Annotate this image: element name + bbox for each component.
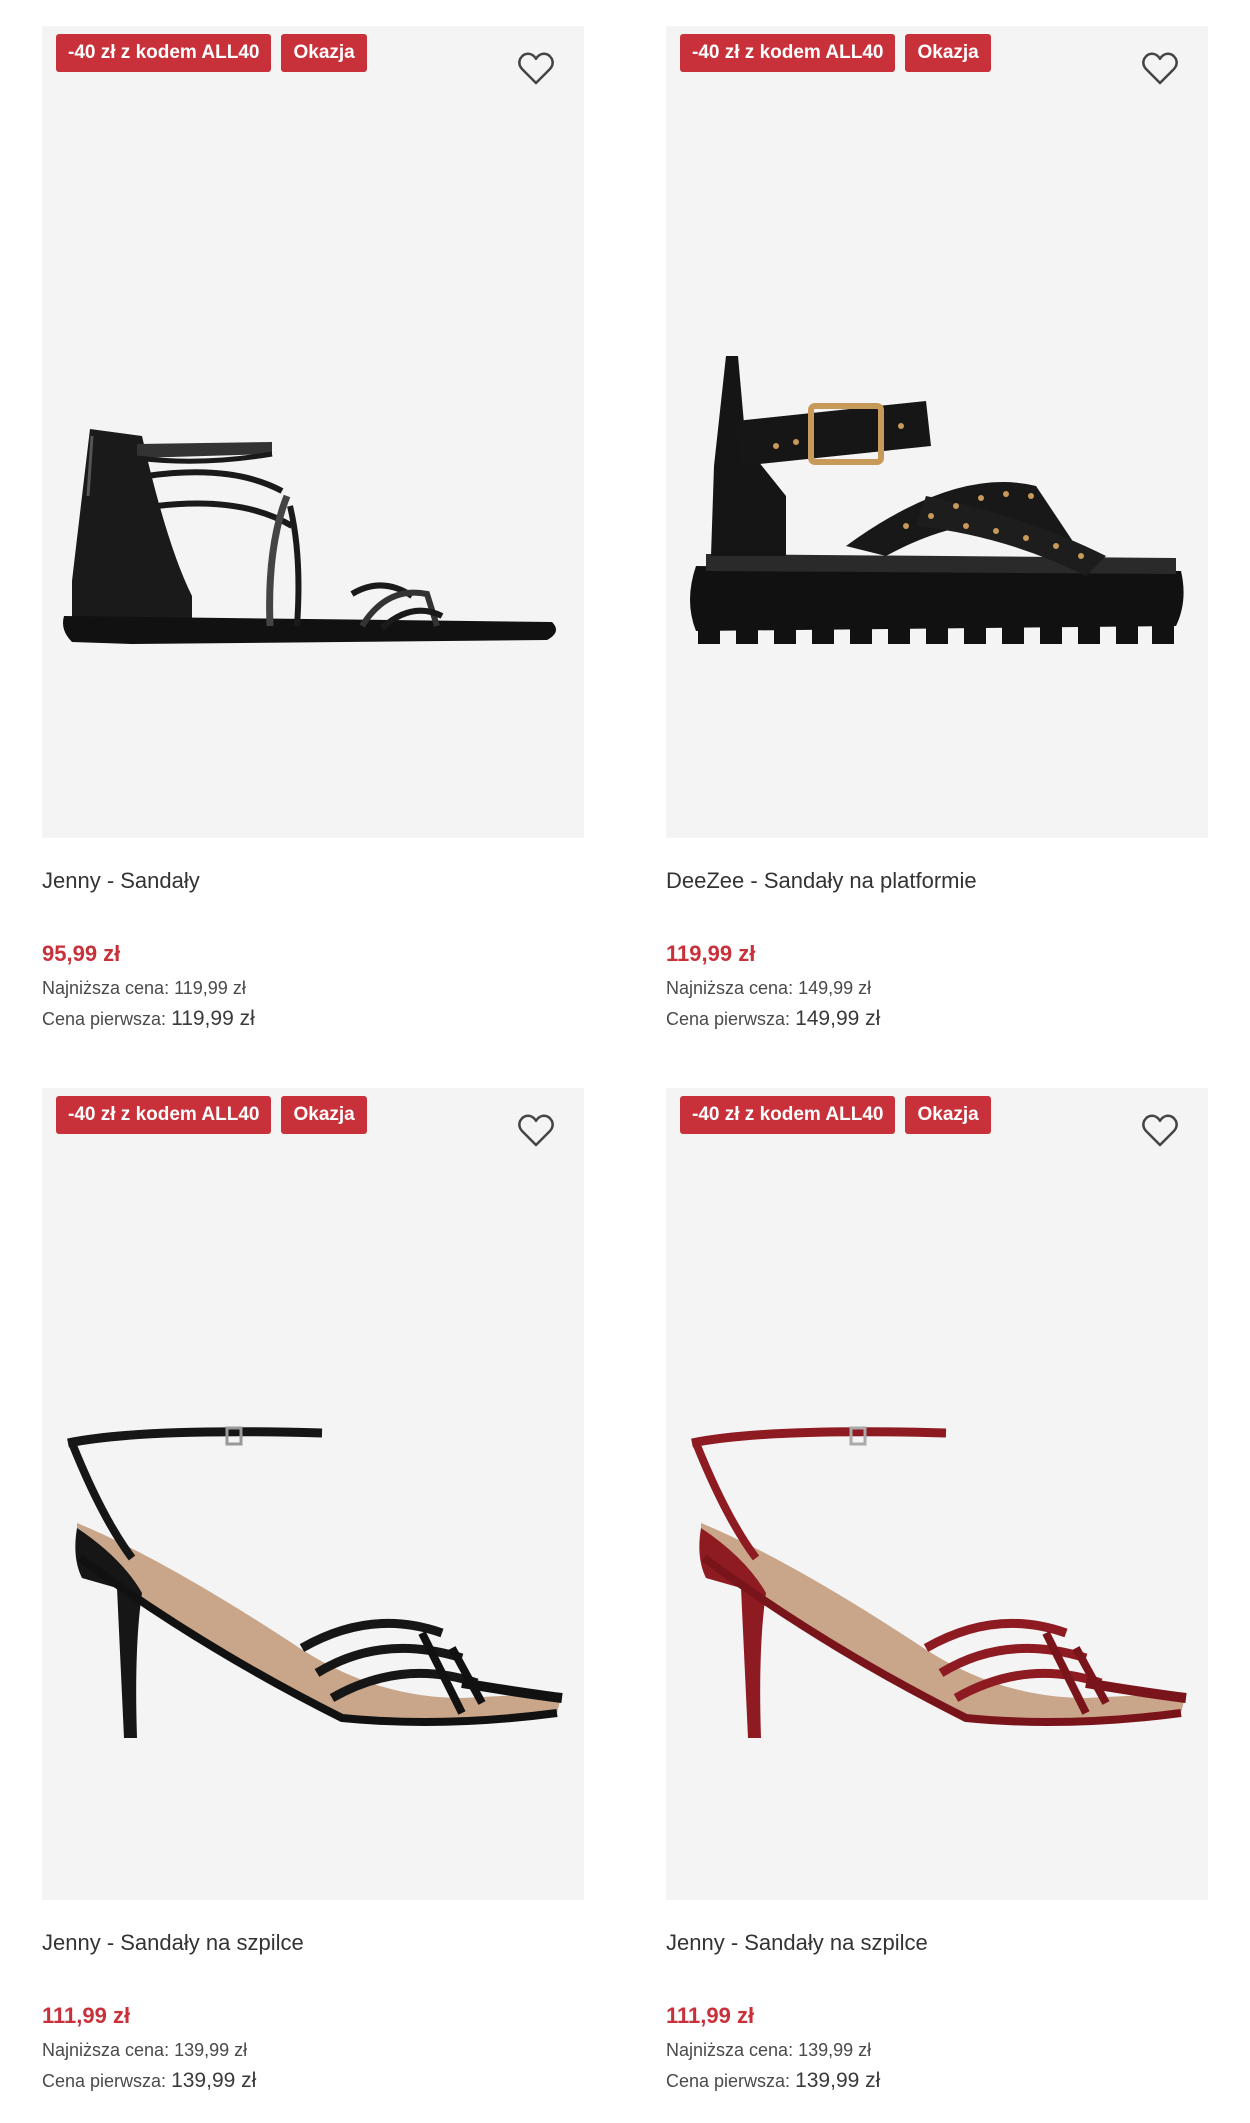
product-title[interactable]: Jenny - Sandały na szpilce [666,1930,928,1956]
lowest-price: Najniższa cena: 119,99 zł [42,978,246,999]
promo-badge: -40 zł z kodem ALL40 [56,34,272,72]
product-price: 95,99 zł [42,941,121,966]
deal-badge: Okazja [281,1096,367,1134]
badge-group: -40 zł z kodem ALL40 Okazja [680,34,991,72]
original-price-label: Cena pierwsza: [666,2071,791,2091]
deal-badge: Okazja [905,34,991,72]
badge-group: -40 zł z kodem ALL40 Okazja [56,1096,367,1134]
original-price-label: Cena pierwsza: [666,1009,791,1029]
promo-badge: -40 zł z kodem ALL40 [56,1096,272,1134]
original-price: Cena pierwsza: 139,99 zł [666,2069,880,2093]
heart-outline-icon[interactable] [516,48,556,88]
lowest-price-value: 149,99 zł [798,978,872,998]
product-price: 119,99 zł [666,941,756,966]
product-card[interactable]: -40 zł z kodem ALL40 Okazja Jenny - Sand… [666,1088,1208,2092]
promo-badge: -40 zł z kodem ALL40 [680,34,896,72]
product-image[interactable]: -40 zł z kodem ALL40 Okazja [666,26,1208,838]
original-price: Cena pierwsza: 149,99 zł [666,1007,880,1031]
deal-badge: Okazja [905,1096,991,1134]
heart-outline-icon[interactable] [1140,1110,1180,1150]
product-title[interactable]: Jenny - Sandały [42,868,200,894]
product-card[interactable]: -40 zł z kodem ALL40 Okazja Jenny - Sand… [42,1088,584,2092]
product-card[interactable]: -40 zł z kodem ALL40 Okazja DeeZee - San… [666,26,1208,1030]
lowest-price: Najniższa cena: 149,99 zł [666,978,871,999]
original-price-value: 149,99 zł [795,1007,881,1030]
lowest-price-value: 139,99 zł [174,2040,248,2060]
original-price: Cena pierwsza: 139,99 zł [42,2069,256,2093]
lowest-price-value: 119,99 zł [174,978,246,998]
product-image[interactable]: -40 zł z kodem ALL40 Okazja [666,1088,1208,1900]
product-image[interactable]: -40 zł z kodem ALL40 Okazja [42,26,584,838]
badge-group: -40 zł z kodem ALL40 Okazja [56,34,367,72]
product-photo-platform-sandal [690,356,1184,644]
product-photo-heeled-sandal-red [691,1426,1187,1738]
lowest-price-label: Najniższa cena: [666,978,794,998]
lowest-price-label: Najniższa cena: [666,2040,794,2060]
lowest-price: Najniższa cena: 139,99 zł [666,2040,871,2061]
lowest-price-label: Najniższa cena: [42,2040,170,2060]
heart-outline-icon[interactable] [516,1110,556,1150]
product-title[interactable]: DeeZee - Sandały na platformie [666,868,977,894]
original-price: Cena pierwsza: 119,99 zł [42,1007,255,1031]
product-title[interactable]: Jenny - Sandały na szpilce [42,1930,304,1956]
lowest-price-value: 139,99 zł [798,2040,872,2060]
product-price: 111,99 zł [42,2003,131,2028]
deal-badge: Okazja [281,34,367,72]
heart-outline-icon[interactable] [1140,48,1180,88]
badge-group: -40 zł z kodem ALL40 Okazja [680,1096,991,1134]
original-price-value: 139,99 zł [171,2069,257,2092]
product-photo-heeled-sandal [67,1426,563,1738]
lowest-price: Najniższa cena: 139,99 zł [42,2040,247,2061]
original-price-label: Cena pierwsza: [42,1009,167,1029]
product-card[interactable]: -40 zł z kodem ALL40 Okazja Jenny - Sand… [42,26,584,1030]
original-price-value: 139,99 zł [795,2069,881,2092]
product-price: 111,99 zł [666,2003,755,2028]
promo-badge: -40 zł z kodem ALL40 [680,1096,896,1134]
product-image[interactable]: -40 zł z kodem ALL40 Okazja [42,1088,584,1900]
original-price-value: 119,99 zł [171,1007,255,1030]
product-photo-flat-sandal [63,429,556,644]
original-price-label: Cena pierwsza: [42,2071,167,2091]
lowest-price-label: Najniższa cena: [42,978,170,998]
